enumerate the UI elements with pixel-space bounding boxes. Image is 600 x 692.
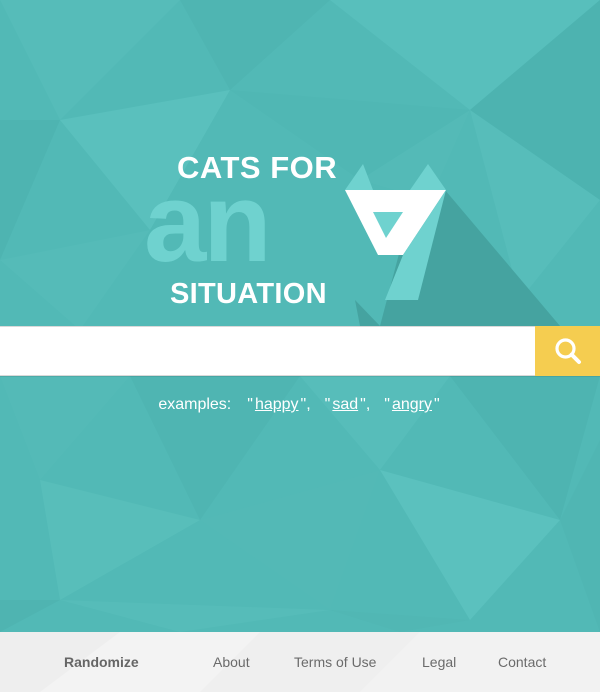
search-button[interactable]	[535, 326, 600, 376]
logo-subtitle: SITUATION	[170, 278, 327, 310]
footer-link-randomize[interactable]: Randomize	[64, 654, 139, 670]
example-link-sad[interactable]: sad	[332, 396, 358, 413]
footer: Randomize About Terms of Use Legal Conta…	[0, 632, 600, 692]
footer-link-terms-of-use[interactable]: Terms of Use	[294, 654, 376, 670]
example-link-happy[interactable]: happy	[255, 396, 299, 413]
logo-title: CATS FOR	[177, 150, 338, 185]
search-input[interactable]	[0, 326, 535, 376]
examples-label: examples:	[158, 396, 232, 413]
search-icon	[554, 338, 581, 364]
example-link-angry[interactable]: angry	[392, 396, 432, 413]
page: an CATS FOR SITUATION examples: " happy ", "…	[0, 0, 600, 692]
examples-row: examples: " happy ", " sad ", " angry "	[158, 396, 440, 413]
footer-link-contact[interactable]: Contact	[498, 654, 546, 670]
search-bar	[0, 326, 600, 376]
footer-link-about[interactable]: About	[213, 654, 250, 670]
footer-link-legal[interactable]: Legal	[422, 654, 456, 670]
